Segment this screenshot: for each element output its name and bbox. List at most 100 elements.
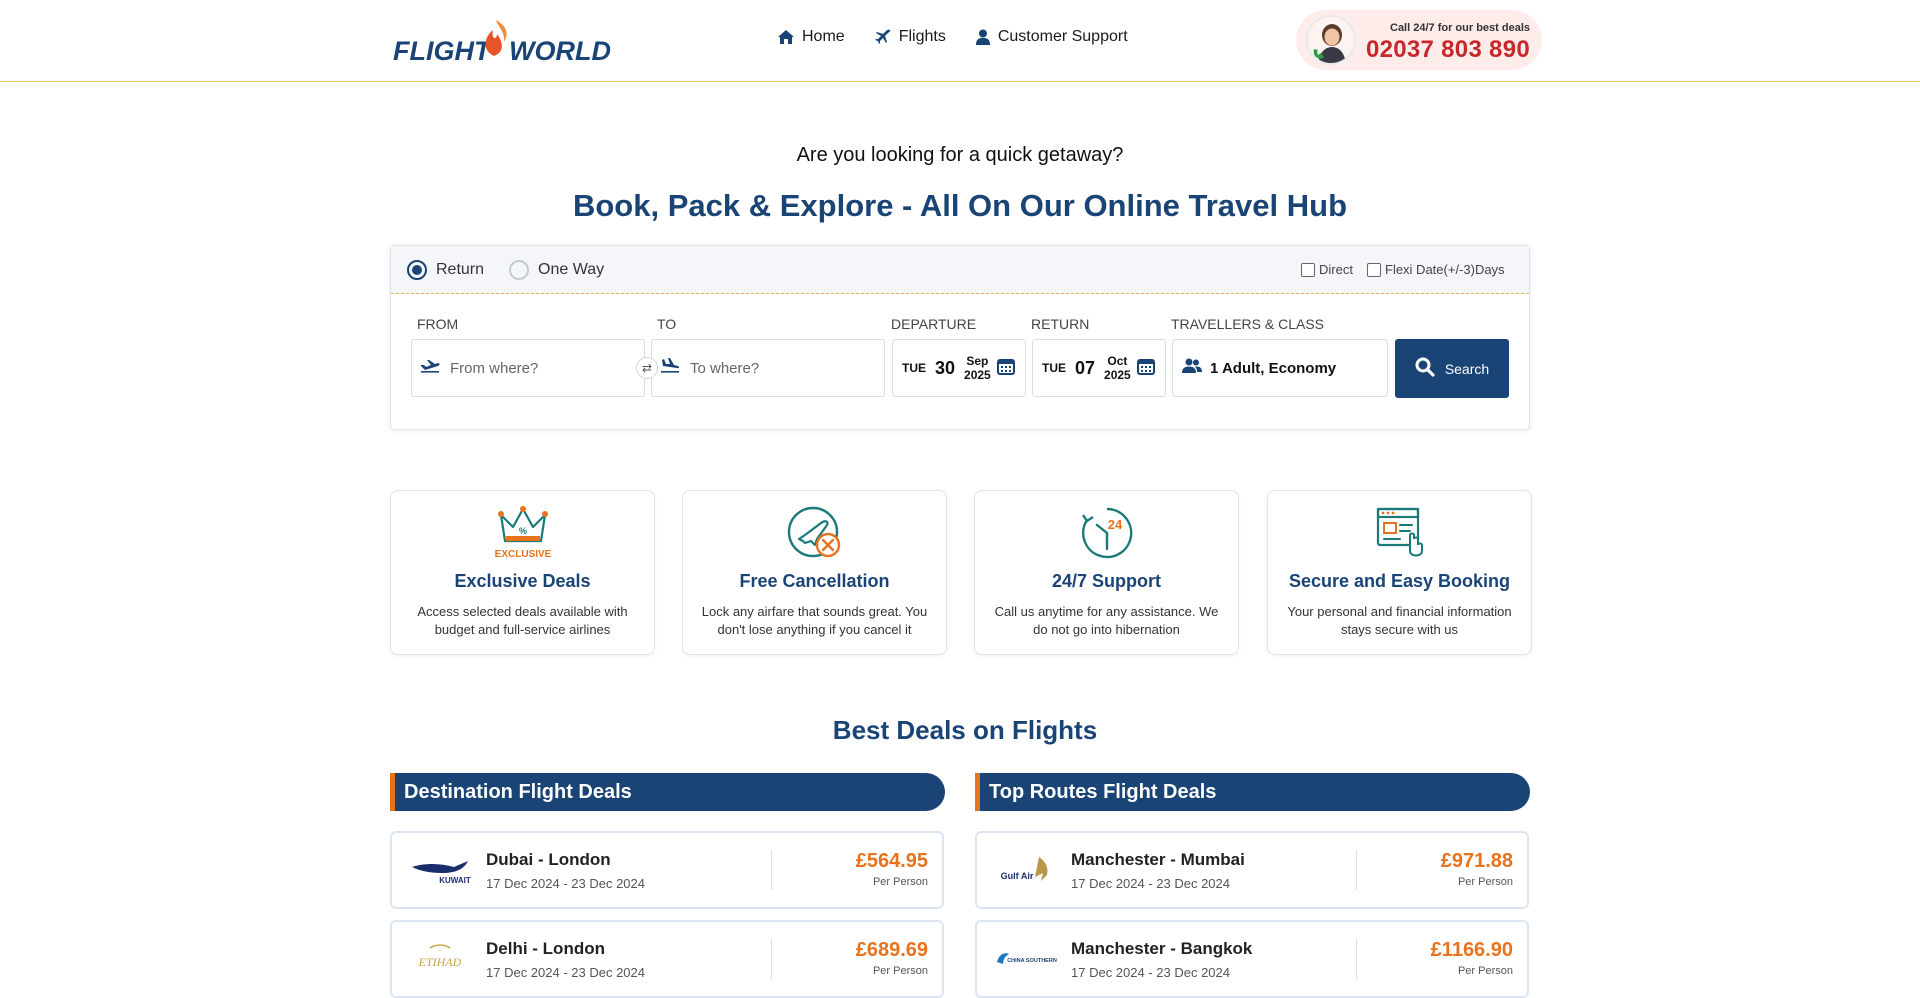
deal-route: Delhi - London (486, 939, 605, 958)
deal-price: £564.95 (855, 850, 928, 872)
deal-route: Manchester - Bangkok (1071, 939, 1253, 958)
deal-divider (1356, 850, 1357, 890)
departure-day: TUE (902, 361, 926, 375)
travellers-value: 1 Adult, Economy (1210, 359, 1337, 377)
svg-text:FLIGHT: FLIGHT (393, 36, 493, 66)
to-placeholder: To where? (690, 359, 760, 377)
from-input[interactable]: From where? (411, 339, 645, 397)
feature-title: 24/7 Support (1051, 571, 1162, 591)
airline-name: KUWAIT (439, 876, 471, 885)
radio-selected (407, 260, 427, 280)
flight-search-form: Return One Way Direct Flexi Date(+/-3)Da… (390, 245, 1530, 430)
deal-route: Manchester - Mumbai (1071, 850, 1245, 869)
deal-dates: 17 Dec 2024 - 23 Dec 2024 (1071, 876, 1230, 891)
deal-price: £689.69 (855, 939, 928, 961)
direct-label: Direct (1319, 262, 1353, 277)
plane-cancel-icon (683, 505, 946, 561)
calendar-icon (1136, 357, 1155, 380)
deal-price: £971.88 (1440, 850, 1513, 872)
destination-deals-header: Destination Flight Deals (390, 773, 945, 811)
to-input[interactable]: To where? (651, 339, 885, 397)
flight-world-logo[interactable]: FLIGHT WORLD (393, 16, 613, 66)
departure-month: Sep (966, 354, 989, 368)
nav-home[interactable]: Home (778, 28, 845, 46)
exclusive-badge: EXCLUSIVE (494, 549, 551, 560)
svg-text:WORLD: WORLD (509, 36, 611, 66)
secure-booking-icon (1268, 505, 1531, 561)
best-deals-title: Best Deals on Flights (832, 715, 1098, 745)
return-year: 2025 (1104, 368, 1131, 382)
checkbox-box[interactable] (1301, 262, 1315, 277)
trip-type-return[interactable]: Return (407, 260, 484, 280)
travellers-label: TRAVELLERS & CLASS (1171, 316, 1325, 332)
nav-customer-support[interactable]: Customer Support (975, 28, 1128, 46)
china-southern-logo: CHINA SOUTHERN (995, 942, 1057, 976)
flexi-date-label: Flexi Date(+/-3)Days (1385, 262, 1505, 277)
deal-row[interactable]: Gulf Air Manchester - Mumbai 17 Dec 2024… (975, 831, 1529, 909)
call-box[interactable]: Call 24/7 for our best deals 02037 803 8… (1296, 10, 1542, 70)
return-date: 07 (1075, 357, 1096, 378)
user-icon (975, 29, 990, 45)
site-header: FLIGHT WORLD Home Flights Customer Suppo… (0, 0, 1920, 82)
departure-month-year: Sep 2025 (964, 354, 991, 382)
deal-per-person: Per Person (1457, 876, 1513, 888)
deal-dates: 17 Dec 2024 - 23 Dec 2024 (1071, 965, 1230, 980)
from-label: FROM (417, 316, 459, 332)
arriving-plane-icon (660, 357, 680, 379)
airline-name: Gulf Air (1001, 871, 1034, 881)
radio-unselected (509, 260, 529, 280)
deal-dates: 17 Dec 2024 - 23 Dec 2024 (486, 965, 645, 980)
search-button[interactable]: Search (1395, 339, 1509, 398)
departure-date: 30 (935, 357, 956, 378)
clock-24-icon: 24 (975, 505, 1238, 561)
hero-title: Book, Pack & Explore - All On Our Online… (572, 188, 1348, 223)
airline-name: ETIHAD (418, 955, 462, 969)
deal-divider (771, 939, 772, 979)
departure-label: DEPARTURE (891, 316, 977, 332)
checkbox-box[interactable] (1367, 262, 1381, 277)
travellers-class-selector[interactable]: 1 Adult, Economy (1172, 339, 1388, 397)
deal-route: Dubai - London (486, 850, 611, 869)
nav-flights[interactable]: Flights (874, 28, 946, 46)
feature-description: Access selected deals available with bud… (417, 604, 628, 637)
return-month: Oct (1107, 354, 1128, 368)
trip-type-one-way[interactable]: One Way (509, 260, 604, 280)
departing-plane-icon (420, 359, 440, 378)
feature-description: Lock any airfare that sounds great. You … (701, 604, 928, 637)
deal-price: £1166.90 (1430, 939, 1513, 961)
users-icon (1182, 358, 1202, 379)
search-icon (1415, 357, 1435, 380)
deal-row[interactable]: CHINA SOUTHERN Manchester - Bangkok 17 D… (975, 920, 1529, 998)
from-placeholder: From where? (450, 359, 539, 377)
feature-title: Exclusive Deals (454, 571, 591, 591)
trip-type-one-way-label: One Way (538, 261, 605, 278)
airline-name: CHINA SOUTHERN (1007, 958, 1057, 964)
search-button-label: Search (1444, 360, 1490, 377)
flexi-date-checkbox[interactable]: Flexi Date(+/-3)Days (1367, 262, 1505, 277)
calendar-icon (996, 357, 1015, 380)
crown-icon: % EXCLUSIVE (391, 505, 654, 561)
departure-date-picker[interactable]: TUE 30 Sep 2025 (892, 339, 1026, 397)
plane-icon (874, 29, 891, 45)
phone-number[interactable]: 02037 803 890 (1366, 36, 1530, 64)
deal-row[interactable]: KUWAIT Dubai - London 17 Dec 2024 - 23 D… (390, 831, 944, 909)
nav-flights-label: Flights (898, 28, 946, 45)
feature-title: Secure and Easy Booking (1288, 571, 1511, 591)
clock-24-badge: 24 (1107, 517, 1122, 532)
feature-description: Call us anytime for any assistance. We d… (994, 604, 1219, 637)
feature-card-exclusive-deals: % EXCLUSIVE Exclusive Deals Access selec… (390, 490, 655, 655)
return-date-picker[interactable]: TUE 07 Oct 2025 (1032, 339, 1166, 397)
feature-card-secure-booking: Secure and Easy Booking Your personal an… (1267, 490, 1532, 655)
top-routes-deals-header: Top Routes Flight Deals (975, 773, 1530, 811)
search-options-bar: Return One Way Direct Flexi Date(+/-3)Da… (391, 246, 1529, 294)
trip-type-return-label: Return (436, 261, 485, 278)
nav-customer-support-label: Customer Support (997, 28, 1128, 45)
deal-row[interactable]: ETIHAD Delhi - London 17 Dec 2024 - 23 D… (390, 920, 944, 998)
deal-divider (1356, 939, 1357, 979)
direct-checkbox[interactable]: Direct (1301, 262, 1353, 277)
home-icon (778, 30, 794, 44)
deal-per-person: Per Person (872, 965, 928, 977)
main-nav: Home Flights Customer Support (778, 28, 1128, 46)
swap-icon[interactable]: ⇄ (636, 357, 658, 379)
deal-dates: 17 Dec 2024 - 23 Dec 2024 (486, 876, 645, 891)
